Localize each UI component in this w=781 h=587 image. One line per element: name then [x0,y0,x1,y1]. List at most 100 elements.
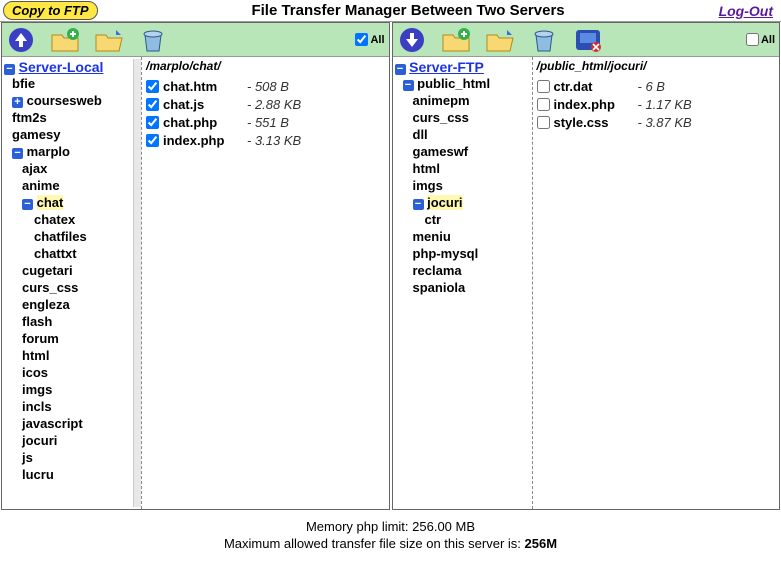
file-size: - 508 B [247,79,289,94]
right-path: /public_html/jocuri/ [537,59,776,73]
server-ftp-link[interactable]: Server-FTP [409,59,484,75]
tree-folder[interactable]: curs_css [22,279,141,296]
tree-folder[interactable]: bfie [12,75,141,92]
tree-folder-marplo[interactable]: marplo [27,144,70,159]
page-title: File Transfer Manager Between Two Server… [98,2,719,19]
tree-folder[interactable]: jocuri [22,432,141,449]
file-row: index.php- 3.13 KB [146,133,385,148]
file-size: - 3.87 KB [638,115,692,130]
tree-folder[interactable]: engleza [22,296,141,313]
tree-folder[interactable]: anime [22,177,141,194]
tree-folder[interactable]: forum [22,330,141,347]
collapse-icon[interactable]: − [413,199,424,210]
collapse-icon[interactable]: − [4,64,15,75]
open-folder-icon[interactable] [485,26,515,54]
tree-folder[interactable]: html [413,160,532,177]
tree-folder[interactable]: meniu [413,228,532,245]
tree-folder[interactable]: ajax [22,160,141,177]
tree-folder[interactable]: ftm2s [12,109,141,126]
open-folder-icon[interactable] [94,26,124,54]
tree-folder[interactable]: imgs [413,177,532,194]
tree-folder[interactable]: js [22,449,141,466]
tree-folder[interactable]: php-mysql [413,245,532,262]
file-size: - 1.17 KB [638,97,692,112]
max-transfer-text: Maximum allowed transfer file size on th… [0,535,781,552]
file-row: chat.htm- 508 B [146,79,385,94]
server-local-link[interactable]: Server-Local [19,59,104,75]
file-size: - 3.13 KB [247,133,301,148]
file-name[interactable]: index.php [554,97,638,112]
disconnect-icon[interactable] [573,26,603,54]
tree-folder-jocuri[interactable]: jocuri [427,195,462,210]
file-row: style.css- 3.87 KB [537,115,776,130]
tree-folder[interactable]: lucru [22,466,141,483]
file-name[interactable]: chat.js [163,97,247,112]
upload-icon[interactable] [6,26,36,54]
left-filelist: /marplo/chat/ chat.htm- 508 Bchat.js- 2.… [142,57,389,509]
copy-to-ftp-button[interactable]: Copy to FTP [3,1,98,20]
left-path: /marplo/chat/ [146,59,385,73]
download-icon[interactable] [397,26,427,54]
file-checkbox[interactable] [146,80,159,93]
tree-folder[interactable]: chatfiles [34,228,141,245]
tree-folder[interactable]: gameswf [413,143,532,160]
file-name[interactable]: index.php [163,133,247,148]
file-name[interactable]: ctr.dat [554,79,638,94]
left-select-all-checkbox[interactable] [355,33,368,46]
left-panel: All − Server-Local bfie+ courseswebftm2s… [1,22,390,510]
tree-scrollbar[interactable] [133,59,141,507]
file-checkbox[interactable] [537,116,550,129]
tree-folder[interactable]: html [22,347,141,364]
tree-folder[interactable]: icos [22,364,141,381]
tree-folder[interactable]: reclama [413,262,532,279]
tree-folder[interactable]: chatex [34,211,141,228]
tree-folder[interactable]: dll [413,126,532,143]
trash-icon[interactable] [138,26,168,54]
memory-limit-text: Memory php limit: 256.00 MB [0,518,781,535]
tree-folder[interactable]: animepm [413,92,532,109]
new-folder-icon[interactable] [50,26,80,54]
collapse-icon[interactable]: − [12,148,23,159]
collapse-icon[interactable]: − [403,80,414,91]
tree-folder-public-html[interactable]: public_html [417,76,490,91]
left-toolbar: All [2,23,389,57]
file-name[interactable]: chat.php [163,115,247,130]
tree-folder[interactable]: imgs [22,381,141,398]
tree-folder[interactable]: chattxt [34,245,141,262]
right-filelist: /public_html/jocuri/ ctr.dat- 6 Bindex.p… [533,57,780,509]
file-row: chat.js- 2.88 KB [146,97,385,112]
expand-icon[interactable]: + [12,97,23,108]
tree-folder[interactable]: incls [22,398,141,415]
tree-folder[interactable]: ctr [425,211,532,228]
left-tree[interactable]: − Server-Local bfie+ courseswebftm2sgame… [2,57,142,509]
footer: Memory php limit: 256.00 MB Maximum allo… [0,510,781,552]
tree-folder[interactable]: gamesy [12,126,141,143]
tree-folder-chat[interactable]: chat [37,195,64,210]
file-size: - 551 B [247,115,289,130]
collapse-icon[interactable]: − [22,199,33,210]
tree-folder[interactable]: curs_css [413,109,532,126]
tree-folder[interactable]: flash [22,313,141,330]
tree-folder[interactable]: + coursesweb [12,92,141,109]
trash-icon[interactable] [529,26,559,54]
file-checkbox[interactable] [146,134,159,147]
right-select-all[interactable]: All [746,33,775,46]
tree-folder[interactable]: javascript [22,415,141,432]
collapse-icon[interactable]: − [395,64,406,75]
tree-folder[interactable]: cugetari [22,262,141,279]
file-checkbox[interactable] [146,116,159,129]
right-select-all-checkbox[interactable] [746,33,759,46]
file-name[interactable]: chat.htm [163,79,247,94]
tree-folder[interactable]: spaniola [413,279,532,296]
logout-link[interactable]: Log-Out [719,3,773,19]
file-size: - 2.88 KB [247,97,301,112]
right-tree[interactable]: − Server-FTP − public_html animepmcurs_c… [393,57,533,509]
left-select-all[interactable]: All [355,33,384,46]
new-folder-icon[interactable] [441,26,471,54]
file-checkbox[interactable] [537,80,550,93]
file-checkbox[interactable] [146,98,159,111]
left-select-all-label: All [370,34,384,46]
file-name[interactable]: style.css [554,115,638,130]
right-select-all-label: All [761,34,775,46]
file-checkbox[interactable] [537,98,550,111]
